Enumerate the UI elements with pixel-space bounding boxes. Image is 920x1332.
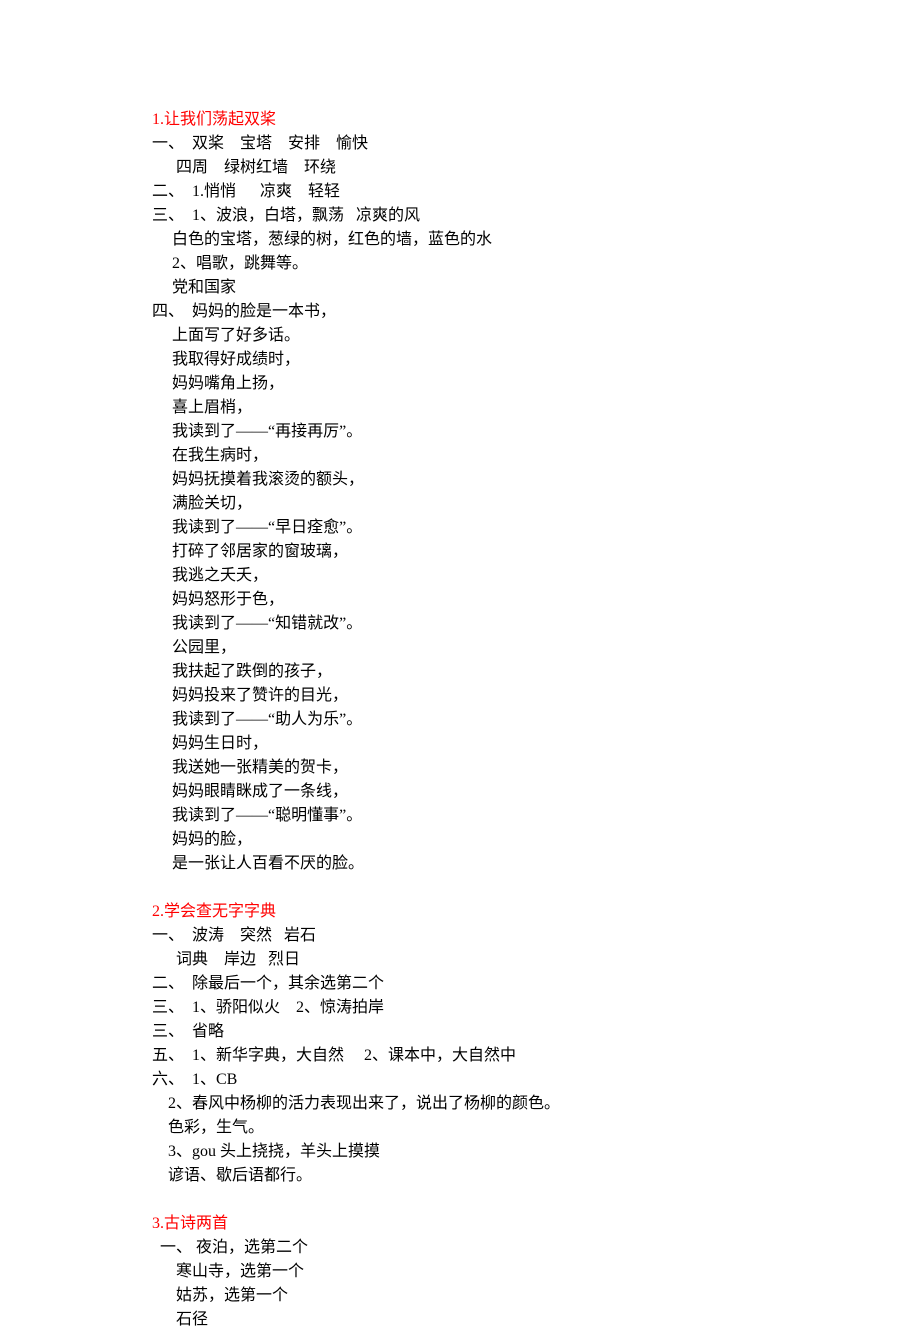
text-line: 三、 省略 [152,1020,792,1044]
content-block: 1.让我们荡起双桨 一、 双桨 宝塔 安排 愉快 四周 绿树红墙 环绕 二、 1… [152,108,792,1332]
text-line: 上面写了好多话。 [152,324,792,348]
section-1-title: 1.让我们荡起双桨 [152,108,792,132]
text-line: 石径 [152,1308,792,1332]
text-line: 二、 1.悄悄 凉爽 轻轻 [152,180,792,204]
text-line: 妈妈抚摸着我滚烫的额头， [152,468,792,492]
text-line: 是一张让人百看不厌的脸。 [152,852,792,876]
text-line: 打碎了邻居家的窗玻璃， [152,540,792,564]
text-line: 我读到了——“助人为乐”。 [152,708,792,732]
text-line: 二、 除最后一个，其余选第二个 [152,972,792,996]
text-line: 党和国家 [152,276,792,300]
text-line: 词典 岸边 烈日 [152,948,792,972]
text-line: 喜上眉梢， [152,396,792,420]
section-3-title: 3.古诗两首 [152,1212,792,1236]
text-line: 我扶起了跌倒的孩子， [152,660,792,684]
text-line: 五、 1、新华字典，大自然 2、课本中，大自然中 [152,1044,792,1068]
text-line: 2、唱歌，跳舞等。 [152,252,792,276]
text-line: 我送她一张精美的贺卡， [152,756,792,780]
text-line: 寒山寺，选第一个 [152,1260,792,1284]
text-line: 四周 绿树红墙 环绕 [152,156,792,180]
text-line: 我读到了——“再接再厉”。 [152,420,792,444]
text-line: 满脸关切， [152,492,792,516]
text-line: 谚语、歇后语都行。 [152,1164,792,1188]
blank-line [152,876,792,900]
text-line: 三、 1、骄阳似火 2、惊涛拍岸 [152,996,792,1020]
text-line: 妈妈的脸， [152,828,792,852]
text-line: 在我生病时， [152,444,792,468]
text-line: 我读到了——“早日痊愈”。 [152,516,792,540]
document-page: 1.让我们荡起双桨 一、 双桨 宝塔 安排 愉快 四周 绿树红墙 环绕 二、 1… [0,0,920,1302]
text-line: 一、 夜泊，选第二个 [152,1236,792,1260]
text-line: 三、 1、波浪，白塔，飘荡 凉爽的风 [152,204,792,228]
text-line: 妈妈嘴角上扬， [152,372,792,396]
text-line: 六、 1、CB [152,1068,792,1092]
text-line: 我取得好成绩时， [152,348,792,372]
text-line: 妈妈生日时， [152,732,792,756]
text-line: 妈妈投来了赞许的目光， [152,684,792,708]
text-line: 3、gou 头上挠挠，羊头上摸摸 [152,1140,792,1164]
text-line: 白色的宝塔，葱绿的树，红色的墙，蓝色的水 [152,228,792,252]
text-line: 一、 波涛 突然 岩石 [152,924,792,948]
text-line: 公园里， [152,636,792,660]
text-line: 我读到了——“聪明懂事”。 [152,804,792,828]
section-2-title: 2.学会查无字字典 [152,900,792,924]
blank-line [152,1188,792,1212]
text-line: 我读到了——“知错就改”。 [152,612,792,636]
text-line: 姑苏，选第一个 [152,1284,792,1308]
text-line: 一、 双桨 宝塔 安排 愉快 [152,132,792,156]
text-line: 四、 妈妈的脸是一本书， [152,300,792,324]
text-line: 妈妈眼睛眯成了一条线， [152,780,792,804]
text-line: 我逃之夭夭， [152,564,792,588]
text-line: 妈妈怒形于色， [152,588,792,612]
text-line: 色彩，生气。 [152,1116,792,1140]
text-line: 2、春风中杨柳的活力表现出来了，说出了杨柳的颜色。 [152,1092,792,1116]
